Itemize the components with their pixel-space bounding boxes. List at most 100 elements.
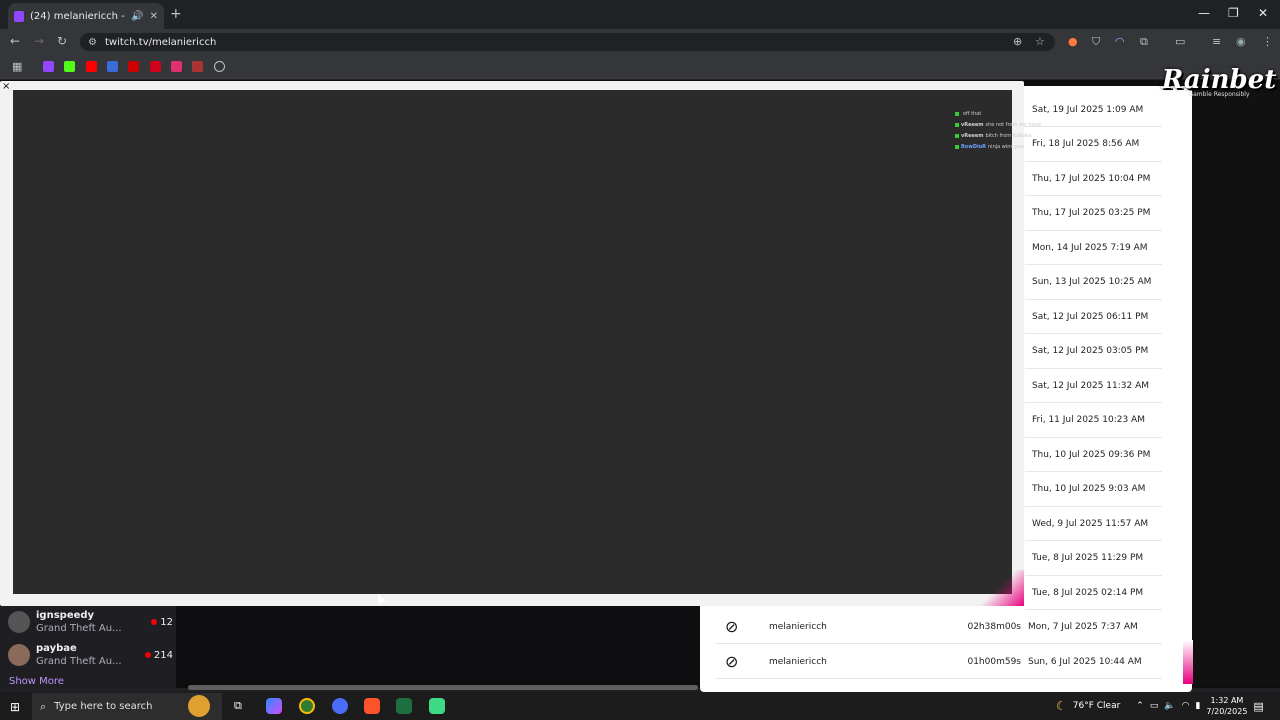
vod-date-row[interactable]: Thu, 10 Jul 2025 09:36 PM [1025,438,1162,472]
forward-arrow-icon[interactable]: → [34,34,44,48]
vod-date-row[interactable]: Fri, 11 Jul 2025 10:23 AM [1025,404,1162,438]
close-popout-icon[interactable]: × [2,81,10,92]
video-area[interactable] [13,90,1012,594]
vod-date-row[interactable]: Wed, 9 Jul 2025 11:57 AM [1025,507,1162,541]
shield-icon[interactable]: ⛉ [1092,35,1100,49]
clock[interactable]: 1:32 AM 7/20/2025 [1206,695,1247,717]
reload-icon[interactable]: ↻ [57,34,67,48]
task-view-icon[interactable]: ⧉ [234,699,242,713]
vod-date-row[interactable]: Fri, 18 Jul 2025 8:56 AM [1025,128,1162,162]
vod-row[interactable]: ⊘ melaniericch 02h38m00s Mon, 7 Jul 2025… [715,610,1162,644]
live-dot-icon [151,619,158,625]
vod-date-row[interactable]: Thu, 10 Jul 2025 9:03 AM [1025,473,1162,507]
chat-line: BowDioR ninja wins pop [955,144,1024,150]
search-placeholder: Type here to search [54,701,153,712]
horizontal-scrollbar[interactable] [188,685,698,690]
mic-icon[interactable]: ▮ [1195,701,1200,711]
viewer-count: 214 [144,650,173,661]
weather-text[interactable]: 76°F Clear [1073,701,1121,711]
vod-date-row[interactable]: Thu, 17 Jul 2025 03:25 PM [1025,197,1162,231]
url-text: twitch.tv/melaniericch [104,36,217,48]
bookmark-game-icon[interactable] [192,61,203,72]
vod-date-row[interactable]: Thu, 17 Jul 2025 10:04 PM [1025,162,1162,196]
minimize-button[interactable]: — [1198,6,1210,20]
viewer-count: 12 [151,617,173,628]
zoom-icon[interactable]: ⊕ [1013,35,1022,48]
vod-date-row[interactable]: Sat, 12 Jul 2025 03:05 PM [1025,335,1162,369]
restore-button[interactable]: ❐ [1228,6,1239,20]
tab-title: (24) melaniericch - Twitch [30,10,125,22]
close-window-button[interactable]: ✕ [1258,6,1268,20]
vod-date-row[interactable]: Sat, 12 Jul 2025 11:32 AM [1025,369,1162,403]
wifi-icon[interactable]: ◠ [1182,701,1190,711]
back-arrow-icon[interactable]: ← [10,34,20,48]
search-icon: ⌕ [40,699,47,713]
vod-date: Mon, 7 Jul 2025 7:37 AM [1028,621,1138,632]
bookmark-kick-icon[interactable] [64,61,75,72]
bookmark-globe-icon[interactable] [214,61,225,72]
site-info-icon[interactable]: ⚙ [88,37,97,48]
vod-date-row[interactable]: Mon, 14 Jul 2025 7:19 AM [1025,231,1162,265]
extension-icon[interactable]: ● [1068,35,1078,48]
vod-date-row[interactable]: Sat, 12 Jul 2025 06:11 PM [1025,300,1162,334]
bookmark-red2-icon[interactable] [150,61,161,72]
chat-message: off that [963,111,982,117]
speaker-icon[interactable]: 🔊 [131,11,143,22]
sidepanel-icon[interactable]: ▭ [1175,35,1185,48]
media-icon[interactable]: ≡ [1212,35,1221,48]
avatar [8,644,30,666]
menu-kebab-icon[interactable]: ⋮ [1262,35,1273,48]
eye-off-icon[interactable]: ⊘ [725,617,751,636]
profile-avatar[interactable]: ◉ [1236,35,1246,48]
new-tab-button[interactable]: + [170,6,182,22]
bookmark-red-icon[interactable] [128,61,139,72]
vod-date-row[interactable]: Sun, 13 Jul 2025 10:25 AM [1025,266,1162,300]
system-tray: ☾ 76°F Clear ⌃ ▭ 🔈 ◠ ▮ 1:32 AM 7/20/2025… [1056,692,1280,720]
bookmark-instagram-icon[interactable] [171,61,182,72]
network-icon[interactable]: ▭ [1150,701,1159,711]
chat-badge-icon [955,123,959,127]
address-bar[interactable]: ⚙ twitch.tv/melaniericch [80,33,1055,51]
bookmark-star-icon[interactable]: ☆ [1035,35,1045,48]
vod-date: Sun, 6 Jul 2025 10:44 AM [1028,656,1142,667]
excel-icon[interactable] [396,698,412,714]
app-icon[interactable] [429,698,445,714]
brave-icon[interactable] [364,698,380,714]
apps-grid-icon[interactable]: ▦ [12,60,22,73]
notifications-icon[interactable]: ▤ [1253,700,1263,713]
vpn-icon[interactable]: ◠ [1115,35,1125,48]
live-dot-icon [144,652,151,658]
viewer-number: 12 [160,616,173,628]
weather-widget-icon[interactable] [188,695,210,717]
clock-time: 1:32 AM [1210,696,1244,705]
vod-row[interactable]: ⊘ melaniericch 01h00m59s Sun, 6 Jul 2025… [715,645,1162,679]
channel-game: Grand Theft Au... [36,623,122,634]
bookmark-shield-icon[interactable] [107,61,118,72]
resize-corner[interactable] [960,570,1024,606]
windows-start-icon[interactable]: ⊞ [10,700,20,714]
copilot-icon[interactable] [266,698,282,714]
vod-date-row[interactable]: Tue, 8 Jul 2025 11:29 PM [1025,542,1162,576]
chat-username: vReeem [961,133,984,139]
twitch-icon [14,10,24,22]
vod-date-row[interactable]: Sat, 19 Jul 2025 1:09 AM [1025,93,1162,127]
volume-icon[interactable]: 🔈 [1164,701,1175,711]
chrome-profile-icon[interactable] [332,698,348,714]
channel-item[interactable]: ignspeedy Grand Theft Au... 12 [8,606,173,638]
eye-off-icon[interactable]: ⊘ [725,652,751,671]
chrome-icon[interactable] [299,698,315,714]
extensions-puzzle-icon[interactable]: ⧉ [1140,35,1148,49]
show-more-link[interactable]: Show More [9,676,64,687]
moon-icon: ☾ [1056,699,1067,713]
close-tab-icon[interactable]: ✕ [150,11,158,22]
chat-username: vReeem [961,122,984,128]
channel-item[interactable]: paybae Grand Theft Au... 214 [8,639,173,671]
tray-chevron-icon[interactable]: ⌃ [1136,701,1144,711]
browser-tab[interactable]: (24) melaniericch - Twitch 🔊 ✕ [8,3,164,29]
bookmark-twitch-icon[interactable] [43,61,54,72]
bookmark-youtube-icon[interactable] [86,61,97,72]
vod-user: melaniericch [769,656,827,667]
vod-date-row[interactable]: Tue, 8 Jul 2025 02:14 PM [1025,576,1162,610]
avatar [8,611,30,633]
channel-name: ignspeedy [36,610,95,621]
